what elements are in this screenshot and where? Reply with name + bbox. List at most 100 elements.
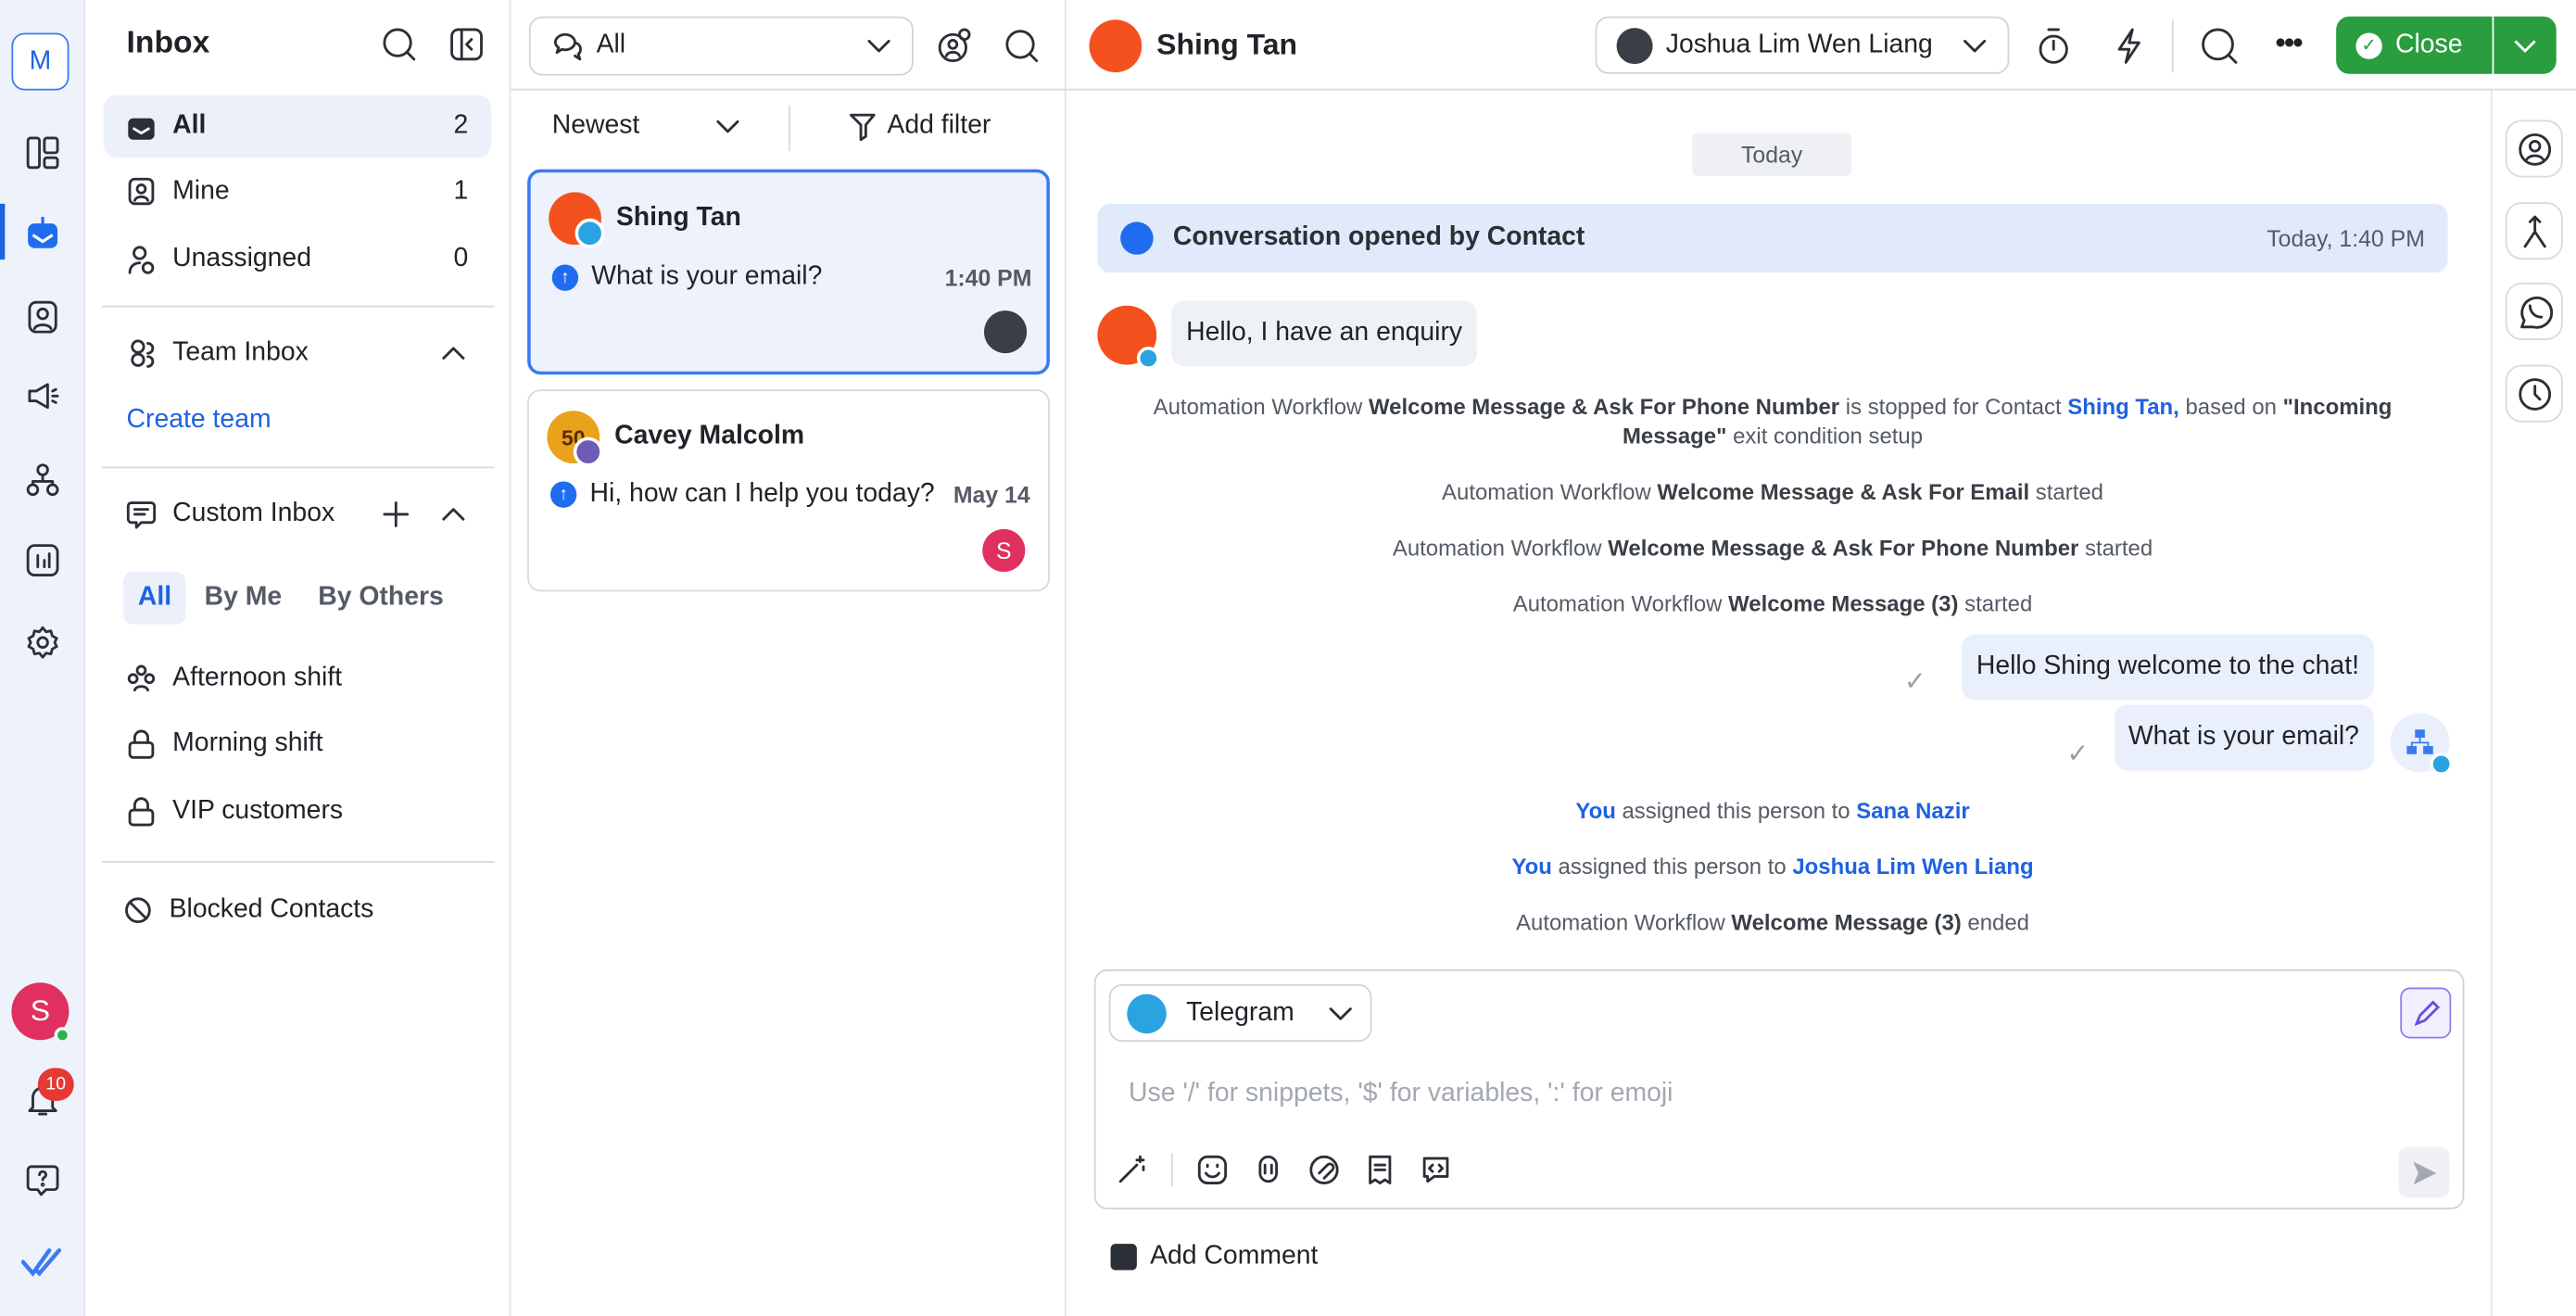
message-input[interactable]: Use '/' for snippets, '$' for variables,… <box>1129 1080 1673 1109</box>
reports-icon[interactable] <box>21 539 64 582</box>
add-comment-button[interactable]: Add Comment <box>1110 1242 1318 1272</box>
contact-name: Shing Tan <box>615 203 741 232</box>
tab-all[interactable]: All <box>122 571 187 625</box>
user-unassigned-icon <box>128 246 155 274</box>
voice-note-icon[interactable] <box>1252 1154 1284 1186</box>
chevron-down-icon <box>867 39 890 53</box>
team-inbox-toggle[interactable]: Team Inbox <box>104 323 491 385</box>
whatsapp-icon[interactable] <box>2505 282 2563 341</box>
sidebar-item-all[interactable]: All 2 <box>103 95 492 158</box>
attachment-icon[interactable] <box>1307 1154 1340 1186</box>
banner-actor: Contact <box>1486 223 1585 252</box>
collapse-sidebar-icon[interactable] <box>448 26 485 62</box>
chat-icon <box>126 501 157 529</box>
close-options-button[interactable] <box>2494 16 2557 74</box>
template-icon[interactable] <box>1364 1154 1396 1186</box>
code-snippet-icon[interactable] <box>1420 1154 1452 1186</box>
channel-selector[interactable]: Telegram <box>1108 984 1372 1043</box>
sidebar-item-count: 1 <box>453 177 469 206</box>
chevron-down-icon <box>1964 39 1987 52</box>
create-team-link[interactable]: Create team <box>127 406 271 436</box>
workspace-button[interactable]: M <box>11 32 69 91</box>
contacts-icon[interactable] <box>21 296 64 338</box>
history-clock-icon[interactable] <box>2505 364 2563 423</box>
more-options-icon[interactable]: ••• <box>2276 26 2304 60</box>
contact-details-icon[interactable] <box>2505 120 2563 178</box>
custom-inbox-item[interactable]: Afternoon shift <box>104 648 491 710</box>
conversation-card[interactable]: Shing Tan ↑ What is your email? 1:40 PM <box>527 169 1050 375</box>
contact-link[interactable]: Shing Tan, <box>2067 395 2179 420</box>
snooze-timer-icon[interactable] <box>2036 26 2072 66</box>
viber-icon <box>573 437 603 467</box>
message-preview: Hi, how can I help you today? <box>589 479 935 508</box>
inbox-icon[interactable] <box>21 212 64 255</box>
ai-rewrite-button[interactable] <box>2400 987 2452 1039</box>
sent-check-icon: ✓ <box>2066 740 2090 769</box>
outgoing-message: What is your email? <box>2113 704 2374 771</box>
custom-inbox-item[interactable]: Morning shift <box>104 713 491 775</box>
banner-time: Today, 1:40 PM <box>2267 224 2425 252</box>
sidebar-item-mine[interactable]: Mine 1 <box>104 161 491 223</box>
lightning-icon[interactable] <box>2111 26 2147 66</box>
search-icon[interactable] <box>2200 26 2240 66</box>
custom-inbox-item[interactable]: VIP customers <box>104 780 491 842</box>
custom-inbox-label: Afternoon shift <box>172 664 343 692</box>
message-time: May 14 <box>953 481 1030 508</box>
sort-dropdown[interactable]: Newest <box>552 112 741 142</box>
group-icon <box>127 664 156 692</box>
check-circle-icon: ✓ <box>2355 32 2382 58</box>
blocked-label: Blocked Contacts <box>169 895 374 924</box>
settings-icon[interactable] <box>21 621 64 664</box>
composer-toolbar <box>1116 1153 1452 1187</box>
tab-by-others[interactable]: By Others <box>300 572 462 625</box>
inbox-icon <box>128 118 155 140</box>
emoji-icon[interactable] <box>1196 1154 1229 1186</box>
date-separator: Today <box>1692 133 1852 176</box>
add-custom-inbox-icon[interactable] <box>383 501 410 527</box>
search-icon[interactable] <box>381 26 417 62</box>
system-event: Automation Workflow Welcome Message (3) … <box>1516 910 2029 935</box>
message-preview: What is your email? <box>591 262 823 291</box>
ai-pen-icon <box>2413 999 2440 1026</box>
outgoing-message: Hello Shing welcome to the chat! <box>1961 634 2374 701</box>
workflow-icon[interactable] <box>21 459 64 501</box>
inbox-filter-dropdown[interactable]: All <box>528 16 914 76</box>
merge-icon[interactable] <box>2505 202 2563 260</box>
tab-by-me[interactable]: By Me <box>186 572 300 625</box>
sidebar-item-label: Unassigned <box>172 245 311 273</box>
sort-value: Newest <box>551 111 640 140</box>
telegram-icon <box>1127 993 1167 1033</box>
search-icon[interactable] <box>1004 28 1040 64</box>
assignment-event: You assigned this person to Joshua Lim W… <box>1511 854 2034 879</box>
assignee-avatar <box>1616 27 1653 64</box>
app-rail: M S 10 <box>0 0 86 1316</box>
divider <box>511 88 1067 91</box>
telegram-icon <box>575 218 605 248</box>
outgoing-arrow-icon: ↑ <box>549 481 577 508</box>
magic-wand-icon[interactable] <box>1116 1154 1148 1186</box>
assignee-dropdown[interactable]: Joshua Lim Wen Liang <box>1595 16 2010 74</box>
add-filter-button[interactable]: Add filter <box>848 112 991 142</box>
incoming-message: Hello, I have an enquiry <box>1171 300 1478 367</box>
custom-inbox-toggle[interactable]: Custom Inbox <box>104 483 491 545</box>
blocked-contacts-item[interactable]: Blocked Contacts <box>104 879 491 942</box>
chat-bubbles-icon <box>553 32 582 61</box>
conversation-list: All Newest Add filter Shing Tan ↑ What is… <box>511 0 1067 1316</box>
assignee-avatar <box>984 310 1028 354</box>
agent-link[interactable]: Sana Nazir <box>1856 799 1969 824</box>
telegram-icon <box>1136 347 1160 370</box>
divider <box>2171 19 2174 73</box>
send-button[interactable] <box>2398 1146 2450 1198</box>
help-icon[interactable] <box>21 1158 64 1201</box>
dashboard-icon[interactable] <box>21 132 64 174</box>
agent-link[interactable]: Joshua Lim Wen Liang <box>1792 854 2033 879</box>
assign-user-icon[interactable] <box>937 28 973 64</box>
chat-contact-name[interactable]: Shing Tan <box>1156 28 1297 62</box>
close-conversation-button[interactable]: ✓ Close <box>2336 16 2493 74</box>
right-rail <box>2490 90 2576 1316</box>
conversation-card[interactable]: 50 Cavey Malcolm ↑ Hi, how can I help you… <box>527 389 1050 592</box>
brand-logo-icon <box>21 1241 64 1284</box>
filter-add-icon <box>849 113 876 142</box>
broadcast-icon[interactable] <box>21 374 64 417</box>
sidebar-item-unassigned[interactable]: Unassigned 0 <box>104 228 491 290</box>
